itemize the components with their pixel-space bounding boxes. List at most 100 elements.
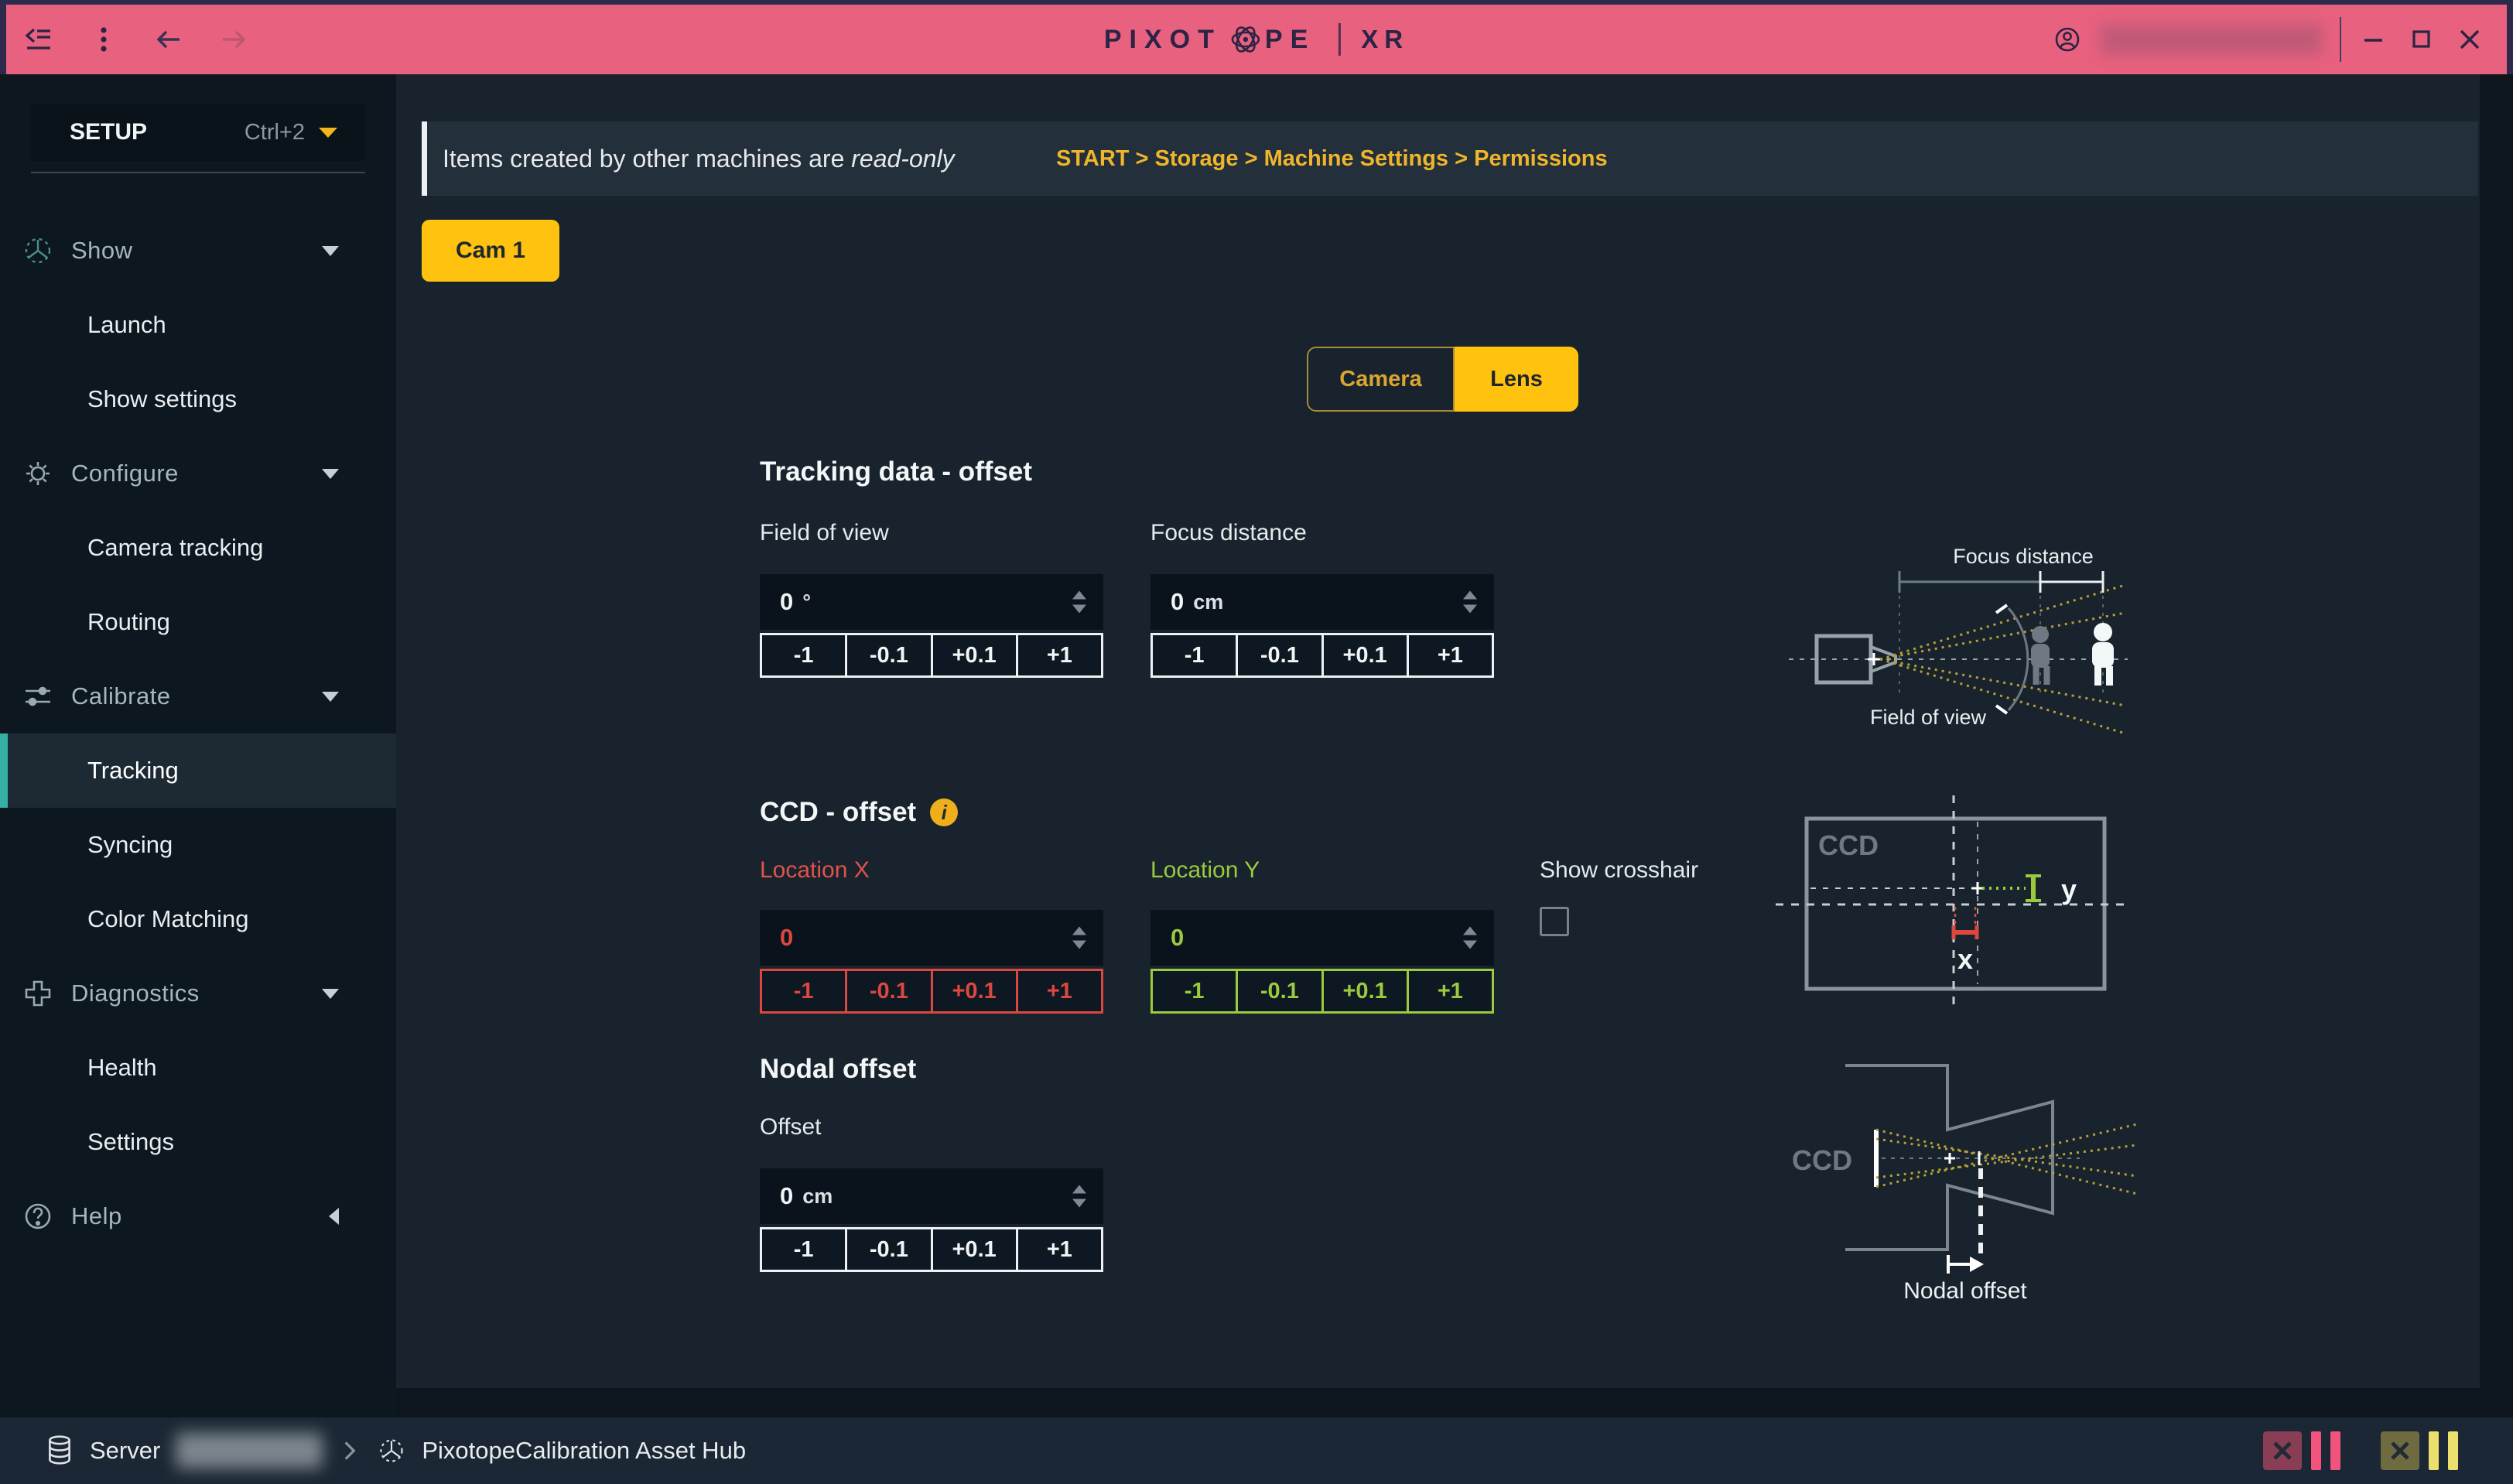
panel-bottom-edge <box>396 1388 2480 1417</box>
minimize-button[interactable] <box>2358 24 2389 55</box>
status-bar-red-icon <box>2330 1431 2340 1470</box>
collapse-sidebar-icon[interactable] <box>23 24 54 55</box>
step-plus-0-1[interactable]: +0.1 <box>1321 971 1407 1011</box>
sidebar-item-settings[interactable]: Settings <box>0 1105 396 1179</box>
breadcrumb[interactable]: START > Storage > Machine Settings > Per… <box>1056 146 1608 172</box>
sidebar-item-camera-tracking[interactable]: Camera tracking <box>0 511 396 585</box>
person-figure-near <box>2031 626 2050 685</box>
sidebar-group-calibrate[interactable]: Calibrate <box>0 659 396 733</box>
chevron-down-icon <box>322 692 339 702</box>
sidebar-item-syncing[interactable]: Syncing <box>0 808 396 882</box>
sidebar-item-health[interactable]: Health <box>0 1031 396 1105</box>
banner-message-text: Items created by other machines are <box>443 145 844 173</box>
step-plus-1[interactable]: +1 <box>1407 971 1492 1011</box>
status-stop-yellow-icon[interactable] <box>2381 1431 2419 1470</box>
chevron-down-icon <box>322 989 339 999</box>
step-minus-0-1[interactable]: -0.1 <box>1236 971 1321 1011</box>
ccd-diagram-label: CCD <box>1818 829 1879 861</box>
cam-1-button[interactable]: Cam 1 <box>422 220 559 282</box>
chevron-down-icon <box>319 128 337 138</box>
step-plus-0-1[interactable]: +0.1 <box>931 1229 1016 1270</box>
step-minus-0-1[interactable]: -0.1 <box>845 971 930 1011</box>
step-minus-0-1[interactable]: -0.1 <box>845 635 930 675</box>
nodal-offset-caption: Nodal offset <box>1903 1278 2027 1304</box>
step-minus-1[interactable]: -1 <box>762 635 845 675</box>
focus-distance-step-buttons: -1 -0.1 +0.1 +1 <box>1151 633 1494 678</box>
step-plus-0-1[interactable]: +0.1 <box>931 635 1016 675</box>
spinner-arrows[interactable] <box>1072 927 1086 949</box>
location-x-step-buttons: -1 -0.1 +0.1 +1 <box>760 969 1103 1014</box>
sidebar-item-tracking[interactable]: Tracking <box>0 733 396 808</box>
step-plus-0-1[interactable]: +0.1 <box>931 971 1016 1011</box>
step-minus-1[interactable]: -1 <box>1153 635 1236 675</box>
focus-distance-input[interactable]: 0 cm <box>1151 574 1494 630</box>
sidebar-item-show-settings[interactable]: Show settings <box>0 362 396 436</box>
chevron-down-icon <box>322 469 339 479</box>
sidebar-item-launch[interactable]: Launch <box>0 288 396 362</box>
titlebar[interactable]: PIXOT PE XR <box>6 5 2507 74</box>
nodal-offset-title: Nodal offset <box>760 1054 916 1085</box>
kebab-menu-icon[interactable] <box>88 24 119 55</box>
step-plus-1[interactable]: +1 <box>1407 635 1492 675</box>
step-plus-0-1[interactable]: +0.1 <box>1321 635 1407 675</box>
focus-distance-diagram: Focus distance <box>1781 542 2145 743</box>
spinner-arrows[interactable] <box>1463 927 1477 949</box>
spinner-arrows[interactable] <box>1072 1185 1086 1208</box>
info-icon[interactable]: i <box>930 798 958 826</box>
spinner-arrows[interactable] <box>1072 591 1086 614</box>
user-account-icon[interactable] <box>2052 24 2083 55</box>
banner-message: Items created by other machines are read… <box>443 145 955 173</box>
step-minus-0-1[interactable]: -0.1 <box>845 1229 930 1270</box>
location-x-value: 0 <box>780 924 793 952</box>
field-of-view-input[interactable]: 0 ° <box>760 574 1103 630</box>
nodal-offset-arrow <box>1948 1255 1984 1274</box>
forward-arrow-icon[interactable] <box>218 24 249 55</box>
scrollbar-track[interactable] <box>2480 74 2513 1417</box>
show-crosshair-label: Show crosshair <box>1540 857 1698 884</box>
step-minus-1[interactable]: -1 <box>762 971 845 1011</box>
health-cross-icon <box>22 977 54 1010</box>
location-x-input[interactable]: 0 <box>760 910 1103 966</box>
camera-lens-toggle: Camera Lens <box>1307 347 1578 412</box>
nodal-offset-unit: cm <box>802 1185 833 1209</box>
step-plus-1[interactable]: +1 <box>1016 1229 1101 1270</box>
focus-distance-label: Focus distance <box>1151 520 1307 546</box>
sidebar-item-routing[interactable]: Routing <box>0 585 396 659</box>
chevron-right-icon <box>338 1438 361 1464</box>
sidebar-group-show[interactable]: Show <box>0 214 396 288</box>
window-chrome: PIXOT PE XR <box>0 0 2513 74</box>
database-icon <box>45 1434 74 1467</box>
step-minus-1[interactable]: -1 <box>1153 971 1236 1011</box>
account-email-redacted[interactable] <box>2100 24 2323 55</box>
location-y-input[interactable]: 0 <box>1151 910 1494 966</box>
show-gizmo-icon <box>22 234 54 267</box>
maximize-button[interactable] <box>2406 24 2437 55</box>
tab-lens[interactable]: Lens <box>1455 347 1578 412</box>
y-axis-label: y <box>2061 874 2077 905</box>
step-plus-1[interactable]: +1 <box>1016 971 1101 1011</box>
spinner-arrows[interactable] <box>1463 591 1477 614</box>
sidebar-item-color-matching[interactable]: Color Matching <box>0 882 396 956</box>
location-y-step-buttons: -1 -0.1 +0.1 +1 <box>1151 969 1494 1014</box>
show-crosshair-checkbox[interactable] <box>1540 907 1569 936</box>
sidebar-group-help[interactable]: Help <box>0 1179 396 1253</box>
nodal-offset-input[interactable]: 0 cm <box>760 1168 1103 1224</box>
status-stop-red-icon[interactable] <box>2263 1431 2302 1470</box>
setup-shortcut: Ctrl+2 <box>244 120 305 145</box>
asset-hub-label[interactable]: PixotopeCalibration Asset Hub <box>422 1437 746 1465</box>
tracking-offset-title: Tracking data - offset <box>760 456 1032 487</box>
step-minus-0-1[interactable]: -0.1 <box>1236 635 1321 675</box>
server-name-redacted <box>176 1433 323 1469</box>
close-button[interactable] <box>2454 24 2485 55</box>
location-y-label: Location Y <box>1151 857 1260 884</box>
step-minus-1[interactable]: -1 <box>762 1229 845 1270</box>
step-plus-1[interactable]: +1 <box>1016 635 1101 675</box>
tab-camera[interactable]: Camera <box>1307 347 1455 412</box>
focus-distance-value: 0 <box>1171 588 1184 616</box>
x-axis-label: x <box>1957 943 1973 975</box>
sidebar-divider <box>31 172 365 173</box>
sidebar-group-configure[interactable]: Configure <box>0 436 396 511</box>
setup-selector[interactable]: SETUP Ctrl+2 <box>31 104 365 161</box>
back-arrow-icon[interactable] <box>153 24 184 55</box>
sidebar-group-diagnostics[interactable]: Diagnostics <box>0 956 396 1031</box>
